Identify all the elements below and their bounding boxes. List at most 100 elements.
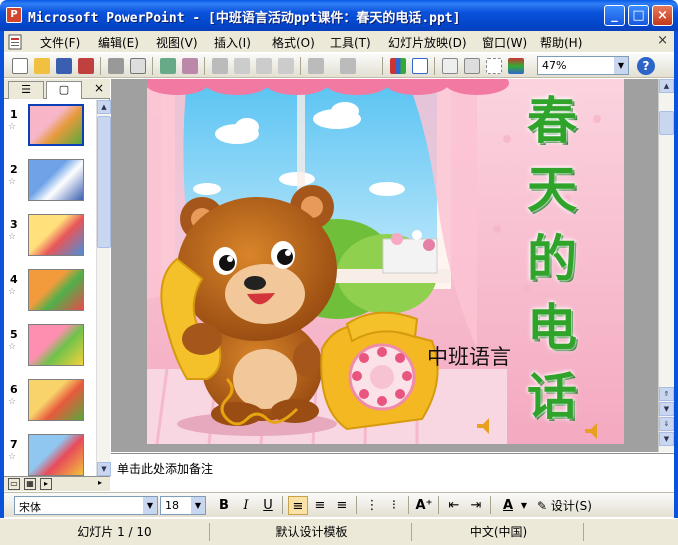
- transition-star-icon[interactable]: ☆: [8, 232, 16, 242]
- design-button[interactable]: ✎ 设计(S): [537, 497, 592, 514]
- zoom-select[interactable]: 47% ▼: [537, 56, 629, 75]
- document-menu-icon[interactable]: [8, 34, 22, 50]
- insert-chart-icon[interactable]: [390, 58, 406, 74]
- copy-icon[interactable]: [234, 58, 250, 74]
- powerpoint-app-icon[interactable]: P: [6, 7, 22, 23]
- maximize-button[interactable]: □: [628, 5, 649, 26]
- menu-tools[interactable]: 工具(T): [330, 34, 371, 51]
- research-icon[interactable]: [182, 58, 198, 74]
- help-icon[interactable]: ?: [637, 57, 655, 75]
- previous-slide-icon[interactable]: ⇑: [659, 387, 674, 401]
- next-slide-icon[interactable]: ⇓: [659, 417, 674, 431]
- slide-canvas[interactable]: 春天的电话 中班语言: [147, 79, 624, 444]
- slide-vertical-title[interactable]: 春天的电话: [517, 87, 587, 432]
- menu-view[interactable]: 视图(V): [156, 34, 198, 51]
- underline-button[interactable]: U: [258, 496, 278, 515]
- bold-button[interactable]: B: [214, 496, 234, 515]
- normal-view-icon[interactable]: ▭: [8, 478, 20, 490]
- font-size-select[interactable]: 18 ▼: [160, 496, 206, 515]
- chevron-down-icon[interactable]: ▼: [518, 496, 530, 515]
- menu-window[interactable]: 窗口(W): [482, 34, 527, 51]
- slide-thumbnail-image[interactable]: [28, 434, 84, 476]
- slide-sorter-view-icon[interactable]: ▦: [24, 478, 36, 490]
- slide-thumbnail-5[interactable]: 5 ☆: [4, 324, 96, 374]
- align-right-icon[interactable]: ≡: [332, 496, 352, 515]
- slide-thumbnail-image[interactable]: [28, 379, 84, 421]
- show-formatting-icon[interactable]: [464, 58, 480, 74]
- slide-thumbnail-6[interactable]: 6 ☆: [4, 379, 96, 429]
- minimize-button[interactable]: _: [604, 5, 625, 26]
- scroll-up-icon[interactable]: ▲: [97, 100, 111, 114]
- permission-icon[interactable]: [78, 58, 94, 74]
- transition-star-icon[interactable]: ☆: [8, 122, 16, 132]
- menu-slideshow[interactable]: 幻灯片放映(D): [388, 34, 467, 51]
- font-name-select[interactable]: 宋体 ▼: [14, 496, 158, 515]
- color-grayscale-icon[interactable]: [508, 58, 524, 74]
- font-color-button[interactable]: A: [498, 496, 518, 515]
- chevron-down-icon[interactable]: ▼: [191, 497, 205, 514]
- slide-thumbnail-image[interactable]: [28, 214, 84, 256]
- slide-scrollbar[interactable]: ▲ ⇑ ▼ ⇓ ▼: [658, 79, 674, 452]
- scroll-thumb[interactable]: [659, 111, 674, 135]
- paste-icon[interactable]: [256, 58, 272, 74]
- slide-thumbnail-1[interactable]: 1 ☆: [4, 104, 96, 154]
- numbering-icon[interactable]: ⋮: [362, 496, 382, 515]
- slideshow-view-icon[interactable]: ▸: [40, 478, 52, 490]
- scroll-down-icon[interactable]: ▼: [659, 402, 674, 416]
- slide-thumbnail-image[interactable]: [28, 104, 84, 146]
- scroll-up-icon[interactable]: ▲: [659, 79, 674, 93]
- scroll-down-icon[interactable]: ▼: [97, 462, 111, 476]
- menu-file[interactable]: 文件(F): [40, 34, 80, 51]
- save-icon[interactable]: [56, 58, 72, 74]
- scroll-down-icon[interactable]: ▼: [659, 432, 674, 446]
- undo-icon[interactable]: [308, 58, 324, 74]
- align-center-icon[interactable]: ≡: [310, 496, 330, 515]
- slide-thumbnail-4[interactable]: 4 ☆: [4, 269, 96, 319]
- spelling-icon[interactable]: [160, 58, 176, 74]
- bullets-icon[interactable]: ⁝: [384, 496, 404, 515]
- chevron-down-icon[interactable]: ▼: [143, 497, 157, 514]
- print-icon[interactable]: [108, 58, 124, 74]
- pane-close-button[interactable]: ×: [94, 81, 104, 95]
- slide-thumbnail-image[interactable]: [28, 269, 84, 311]
- tab-slides[interactable]: ▢: [46, 81, 82, 99]
- align-left-icon[interactable]: ≡: [288, 496, 308, 515]
- notes-placeholder[interactable]: 单击此处添加备注: [117, 460, 213, 477]
- tab-outline[interactable]: ☰: [8, 81, 44, 99]
- transition-star-icon[interactable]: ☆: [8, 177, 16, 187]
- slides-scrollbar[interactable]: ▲ ▼: [96, 100, 111, 476]
- decrease-indent-icon[interactable]: ⇤: [444, 496, 464, 515]
- increase-font-size-icon[interactable]: A⁺: [414, 496, 434, 515]
- notes-pane[interactable]: 单击此处添加备注: [111, 453, 674, 491]
- transition-star-icon[interactable]: ☆: [8, 287, 16, 297]
- menu-edit[interactable]: 编辑(E): [98, 34, 139, 51]
- redo-icon[interactable]: [340, 58, 356, 74]
- format-painter-icon[interactable]: [278, 58, 294, 74]
- chevron-down-icon[interactable]: ▼: [614, 57, 628, 74]
- slide-thumbnail-7[interactable]: 7 ☆: [4, 434, 96, 476]
- slide-subtitle[interactable]: 中班语言: [427, 341, 511, 371]
- transition-star-icon[interactable]: ☆: [8, 342, 16, 352]
- slide-thumbnail-2[interactable]: 2 ☆: [4, 159, 96, 209]
- scroll-thumb[interactable]: [97, 116, 111, 248]
- transition-star-icon[interactable]: ☆: [8, 452, 16, 462]
- increase-indent-icon[interactable]: ⇥: [466, 496, 486, 515]
- expand-all-icon[interactable]: [442, 58, 458, 74]
- document-close-button[interactable]: ×: [657, 33, 668, 48]
- menu-help[interactable]: 帮助(H): [540, 34, 582, 51]
- slide-thumbnail-image[interactable]: [28, 324, 84, 366]
- scroll-right-icon[interactable]: ▸: [94, 478, 106, 490]
- menu-insert[interactable]: 插入(I): [214, 34, 251, 51]
- transition-star-icon[interactable]: ☆: [8, 397, 16, 407]
- slide-thumbnail-3[interactable]: 3 ☆: [4, 214, 96, 264]
- show-grid-icon[interactable]: [486, 58, 502, 74]
- italic-button[interactable]: I: [236, 496, 256, 515]
- slide-thumbnail-image[interactable]: [28, 159, 84, 201]
- open-folder-icon[interactable]: [34, 58, 50, 74]
- insert-table-icon[interactable]: [412, 58, 428, 74]
- print-preview-icon[interactable]: [130, 58, 146, 74]
- cut-icon[interactable]: [212, 58, 228, 74]
- new-document-icon[interactable]: [12, 58, 28, 74]
- close-button[interactable]: ×: [652, 5, 673, 26]
- menu-format[interactable]: 格式(O): [272, 34, 315, 51]
